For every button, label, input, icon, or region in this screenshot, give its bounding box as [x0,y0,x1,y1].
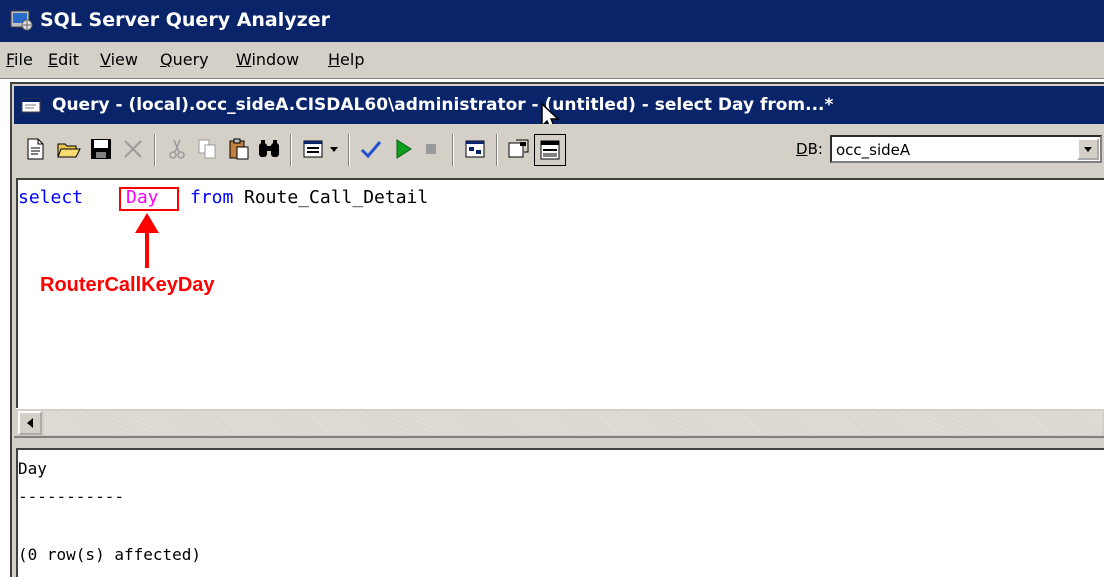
results-mode-icon[interactable] [298,134,328,164]
results-header-rule: ----------- [18,487,124,506]
scroll-left-button[interactable] [18,411,42,435]
object-browser-icon[interactable] [504,134,534,164]
annotation-label: RouterCallKeyDay [40,274,215,296]
scrollbar-track[interactable] [44,411,1102,435]
highlight-box [119,187,179,211]
menu-query[interactable]: Query [160,51,209,69]
open-file-icon[interactable] [54,134,84,164]
editor-horizontal-scrollbar[interactable] [16,408,1104,437]
toolbar-separator [290,134,292,166]
find-icon[interactable] [254,134,284,164]
menu-file[interactable]: File [6,51,33,69]
results-pane[interactable]: Day ----------- (0 row(s) affected) [16,448,1104,577]
chevron-down-icon[interactable] [1077,138,1099,160]
pane-splitter[interactable] [14,436,1104,448]
query-window-title: Query - (local).occ_sideA.CISDAL60\admin… [52,95,834,115]
table-name: Route_Call_Detail [244,187,429,208]
toolbar-separator [452,134,454,166]
app-title: SQL Server Query Analyzer [40,9,330,31]
toolbar-separator [496,134,498,166]
query-analyzer-app-icon [10,10,33,31]
menu-window[interactable]: Window [236,51,299,69]
results-message: (0 row(s) affected) [18,545,202,564]
database-select[interactable]: occ_sideA [830,135,1102,163]
query-window-title-bar[interactable]: Query - (local).occ_sideA.CISDAL60\admin… [14,86,1104,132]
cancel-query-icon[interactable] [416,134,446,164]
database-label: DB: [796,140,823,158]
toolbar-separator [348,134,350,166]
cut-icon[interactable] [162,134,192,164]
arrow-shaft [145,230,149,268]
execute-query-icon[interactable] [388,134,418,164]
menu-help[interactable]: Help [328,51,364,69]
show-results-pane-icon[interactable] [534,134,566,166]
menu-bar: File Edit View Query Window Help [0,42,1104,79]
new-query-icon[interactable] [20,134,50,164]
parse-query-icon[interactable] [356,134,386,164]
menu-edit[interactable]: Edit [48,51,79,69]
database-select-value: occ_sideA [836,141,911,159]
menu-view[interactable]: View [100,51,138,69]
results-column-header: Day [18,459,47,478]
clear-window-icon[interactable] [118,134,148,164]
execution-plan-icon[interactable] [460,134,490,164]
paste-icon[interactable] [224,134,254,164]
app-title-bar[interactable]: SQL Server Query Analyzer [0,0,1104,42]
keyword-select: select [18,187,84,208]
arrow-left-icon [27,418,33,428]
query-toolbar: DB: occ_sideA [14,124,1104,176]
query-window-icon [21,98,41,113]
keyword-from: from [190,187,234,208]
toolbar-separator [154,134,156,166]
save-icon[interactable] [86,134,116,164]
copy-icon[interactable] [192,134,222,164]
results-mode-dropdown-icon[interactable] [326,134,342,164]
